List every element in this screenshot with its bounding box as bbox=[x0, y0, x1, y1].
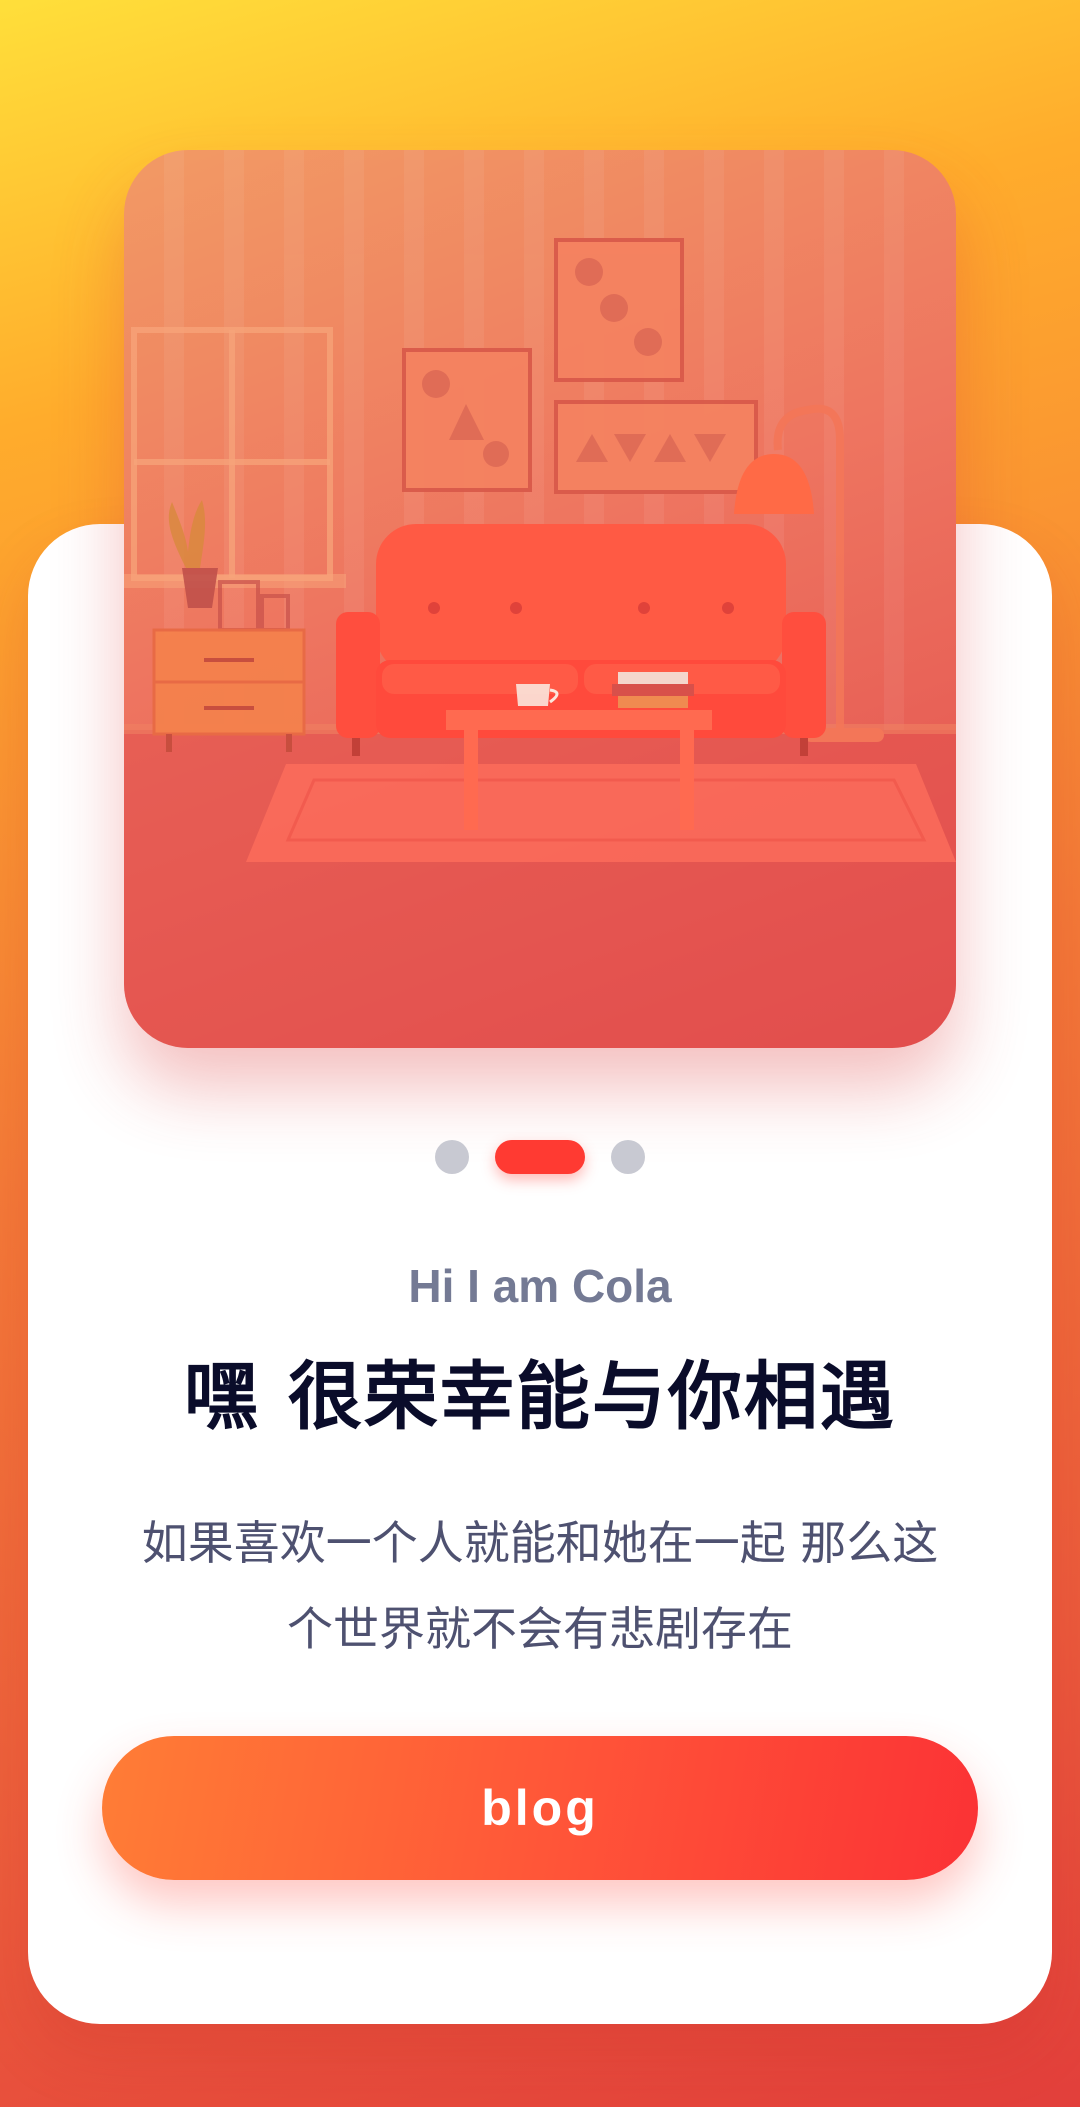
page-dot-1[interactable] bbox=[435, 1140, 469, 1174]
wall-art-triangles-row bbox=[554, 400, 758, 494]
page-indicator bbox=[0, 1140, 1080, 1174]
rug bbox=[246, 764, 956, 862]
page-dot-2-active[interactable] bbox=[495, 1140, 585, 1174]
book-stack bbox=[618, 672, 688, 684]
wall-art-triangle bbox=[402, 348, 532, 492]
hero-illustration bbox=[124, 150, 956, 1048]
page-title: 嘿 很荣幸能与你相遇 bbox=[184, 1354, 896, 1440]
greeting-subtitle: Hi I am Cola bbox=[408, 1260, 672, 1312]
living-room-illustration bbox=[124, 150, 956, 1048]
wall-art-circles bbox=[554, 238, 684, 382]
cup-icon bbox=[516, 684, 550, 706]
blog-button-label: blog bbox=[481, 1780, 599, 1836]
page-dot-3[interactable] bbox=[611, 1140, 645, 1174]
window bbox=[124, 327, 346, 588]
blog-button[interactable]: blog bbox=[102, 1736, 978, 1880]
description-text: 如果喜欢一个人就能和她在一起 那么这个世界就不会有悲剧存在 bbox=[141, 1516, 939, 1656]
side-cabinet bbox=[152, 628, 306, 752]
